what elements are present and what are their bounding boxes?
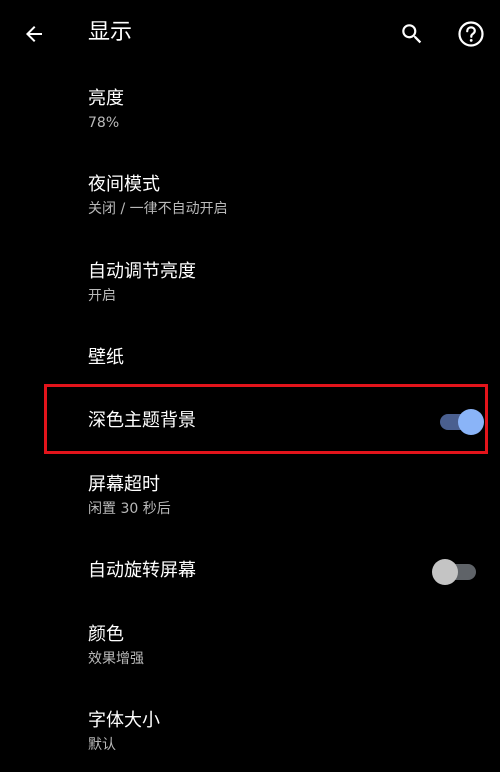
setting-wallpaper[interactable]: 壁纸: [0, 335, 500, 381]
setting-summary: 开启: [88, 288, 116, 304]
setting-title: 深色主题背景: [88, 410, 196, 431]
setting-title: 屏幕超时: [88, 474, 160, 495]
search-button[interactable]: [396, 18, 428, 50]
setting-title: 颜色: [88, 624, 124, 645]
help-button[interactable]: [454, 17, 488, 51]
setting-title: 字体大小: [88, 710, 160, 731]
setting-adaptive-brightness[interactable]: 自动调节亮度 开启: [0, 253, 500, 319]
setting-title: 壁纸: [88, 347, 124, 368]
setting-brightness[interactable]: 亮度 78%: [0, 80, 500, 146]
setting-summary: 默认: [88, 737, 116, 753]
back-button[interactable]: [18, 18, 50, 50]
setting-title: 自动调节亮度: [88, 261, 196, 282]
auto-rotate-toggle[interactable]: [432, 559, 476, 585]
toggle-knob: [432, 559, 458, 585]
setting-colors[interactable]: 颜色 效果增强: [0, 616, 500, 682]
help-icon: [458, 21, 484, 47]
setting-title: 亮度: [88, 88, 124, 109]
app-bar: 显示: [0, 0, 500, 66]
toggle-knob: [458, 409, 484, 435]
setting-summary: 效果增强: [88, 651, 144, 667]
search-icon: [402, 24, 422, 44]
page-title: 显示: [88, 20, 133, 45]
setting-title: 自动旋转屏幕: [88, 560, 196, 581]
setting-font-size[interactable]: 字体大小 默认: [0, 702, 500, 768]
dark-theme-toggle[interactable]: [440, 409, 484, 435]
setting-summary: 78%: [88, 115, 120, 131]
setting-dark-theme[interactable]: 深色主题背景: [0, 388, 500, 450]
setting-summary: 闲置 30 秒后: [88, 501, 171, 517]
setting-screen-timeout[interactable]: 屏幕超时 闲置 30 秒后: [0, 466, 500, 532]
setting-auto-rotate[interactable]: 自动旋转屏幕: [0, 540, 500, 602]
setting-title: 夜间模式: [88, 174, 160, 195]
setting-summary: 关闭 / 一律不自动开启: [88, 201, 228, 217]
arrow-back-icon: [26, 26, 42, 42]
setting-night-mode[interactable]: 夜间模式 关闭 / 一律不自动开启: [0, 166, 500, 232]
